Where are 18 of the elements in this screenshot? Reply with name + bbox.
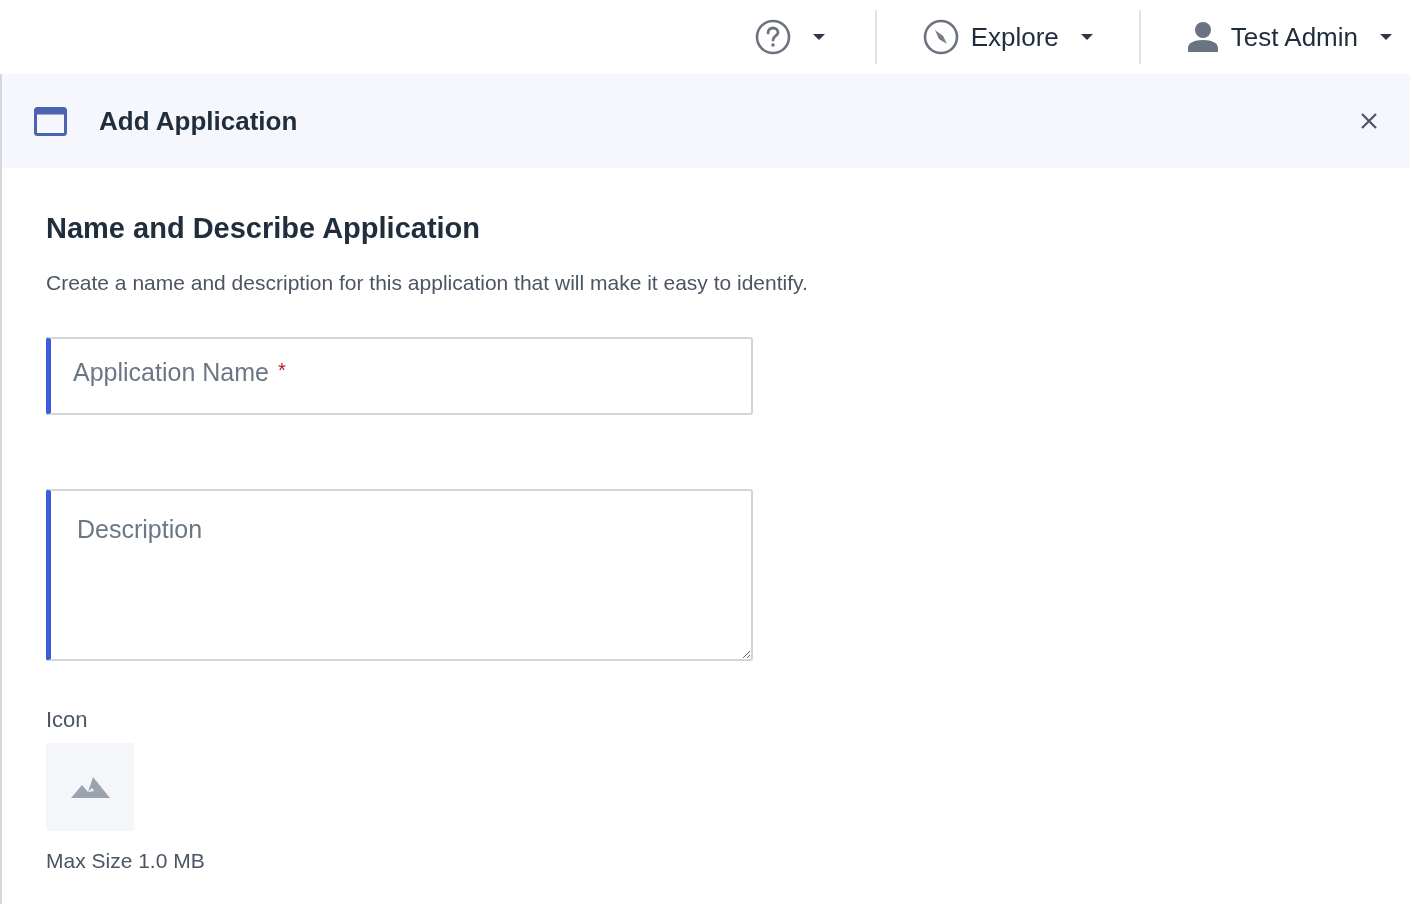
required-mark: * (278, 359, 286, 382)
caret-icon (1380, 34, 1392, 40)
compass-icon (922, 19, 959, 55)
user-icon (1186, 22, 1219, 52)
user-menu-button[interactable]: Test Admin (1186, 21, 1392, 53)
help-icon (754, 19, 791, 55)
image-placeholder-icon (70, 776, 110, 798)
caret-icon (812, 34, 825, 40)
caret-icon (1080, 34, 1093, 40)
max-size-hint: Max Size 1.0 MB (46, 849, 205, 873)
explore-menu-button[interactable]: Explore (922, 19, 1093, 55)
section-heading: Name and Describe Application (46, 212, 481, 245)
window-icon (34, 106, 67, 136)
section-description: Create a name and description for this application that will make it easy to identify. (46, 271, 808, 295)
description-field[interactable]: Description (46, 489, 753, 661)
help-menu-button[interactable] (754, 19, 825, 55)
icon-label: Icon (46, 707, 88, 733)
panel-title: Add Application (99, 105, 299, 137)
